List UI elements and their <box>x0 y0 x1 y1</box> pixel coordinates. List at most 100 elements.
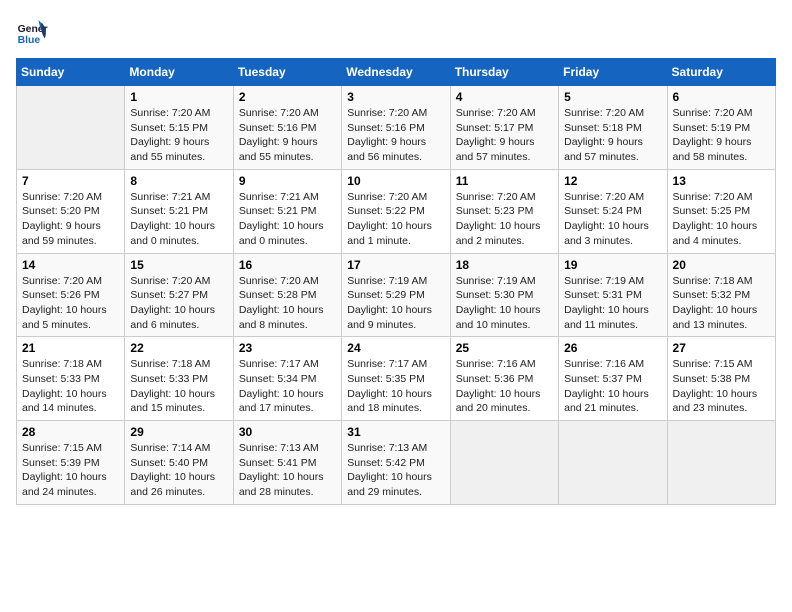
day-info: Sunrise: 7:20 AM Sunset: 5:26 PM Dayligh… <box>22 274 119 333</box>
day-number: 30 <box>239 425 336 439</box>
svg-text:Blue: Blue <box>18 35 41 46</box>
day-number: 9 <box>239 174 336 188</box>
day-number: 18 <box>456 258 553 272</box>
day-info: Sunrise: 7:15 AM Sunset: 5:39 PM Dayligh… <box>22 441 119 500</box>
day-number: 4 <box>456 90 553 104</box>
day-info: Sunrise: 7:16 AM Sunset: 5:37 PM Dayligh… <box>564 357 661 416</box>
day-info: Sunrise: 7:18 AM Sunset: 5:32 PM Dayligh… <box>673 274 770 333</box>
day-number: 16 <box>239 258 336 272</box>
day-info: Sunrise: 7:17 AM Sunset: 5:34 PM Dayligh… <box>239 357 336 416</box>
day-info: Sunrise: 7:20 AM Sunset: 5:24 PM Dayligh… <box>564 190 661 249</box>
day-info: Sunrise: 7:20 AM Sunset: 5:18 PM Dayligh… <box>564 106 661 165</box>
day-number: 20 <box>673 258 770 272</box>
day-number: 15 <box>130 258 227 272</box>
logo-icon: General Blue <box>16 16 48 48</box>
calendar-cell: 22 Sunrise: 7:18 AM Sunset: 5:33 PM Dayl… <box>125 337 233 421</box>
weekday-header-tuesday: Tuesday <box>233 59 341 86</box>
day-number: 31 <box>347 425 444 439</box>
logo: General Blue <box>16 16 52 48</box>
day-number: 25 <box>456 341 553 355</box>
calendar-cell: 14 Sunrise: 7:20 AM Sunset: 5:26 PM Dayl… <box>17 253 125 337</box>
day-info: Sunrise: 7:13 AM Sunset: 5:42 PM Dayligh… <box>347 441 444 500</box>
calendar-cell: 6 Sunrise: 7:20 AM Sunset: 5:19 PM Dayli… <box>667 86 775 170</box>
day-info: Sunrise: 7:20 AM Sunset: 5:19 PM Dayligh… <box>673 106 770 165</box>
day-number: 27 <box>673 341 770 355</box>
day-info: Sunrise: 7:19 AM Sunset: 5:29 PM Dayligh… <box>347 274 444 333</box>
day-info: Sunrise: 7:21 AM Sunset: 5:21 PM Dayligh… <box>239 190 336 249</box>
day-number: 23 <box>239 341 336 355</box>
calendar-cell <box>559 421 667 505</box>
week-row-5: 28 Sunrise: 7:15 AM Sunset: 5:39 PM Dayl… <box>17 421 776 505</box>
day-info: Sunrise: 7:20 AM Sunset: 5:25 PM Dayligh… <box>673 190 770 249</box>
day-info: Sunrise: 7:15 AM Sunset: 5:38 PM Dayligh… <box>673 357 770 416</box>
calendar-cell: 17 Sunrise: 7:19 AM Sunset: 5:29 PM Dayl… <box>342 253 450 337</box>
weekday-header-thursday: Thursday <box>450 59 558 86</box>
calendar-cell: 10 Sunrise: 7:20 AM Sunset: 5:22 PM Dayl… <box>342 169 450 253</box>
day-number: 26 <box>564 341 661 355</box>
day-info: Sunrise: 7:14 AM Sunset: 5:40 PM Dayligh… <box>130 441 227 500</box>
calendar-cell: 5 Sunrise: 7:20 AM Sunset: 5:18 PM Dayli… <box>559 86 667 170</box>
day-number: 29 <box>130 425 227 439</box>
calendar-cell: 20 Sunrise: 7:18 AM Sunset: 5:32 PM Dayl… <box>667 253 775 337</box>
day-info: Sunrise: 7:16 AM Sunset: 5:36 PM Dayligh… <box>456 357 553 416</box>
day-number: 14 <box>22 258 119 272</box>
calendar-cell: 29 Sunrise: 7:14 AM Sunset: 5:40 PM Dayl… <box>125 421 233 505</box>
week-row-3: 14 Sunrise: 7:20 AM Sunset: 5:26 PM Dayl… <box>17 253 776 337</box>
calendar-cell <box>450 421 558 505</box>
calendar-cell: 19 Sunrise: 7:19 AM Sunset: 5:31 PM Dayl… <box>559 253 667 337</box>
day-info: Sunrise: 7:20 AM Sunset: 5:16 PM Dayligh… <box>347 106 444 165</box>
day-number: 6 <box>673 90 770 104</box>
calendar-cell <box>17 86 125 170</box>
week-row-1: 1 Sunrise: 7:20 AM Sunset: 5:15 PM Dayli… <box>17 86 776 170</box>
calendar-cell: 31 Sunrise: 7:13 AM Sunset: 5:42 PM Dayl… <box>342 421 450 505</box>
weekday-header-row: SundayMondayTuesdayWednesdayThursdayFrid… <box>17 59 776 86</box>
day-info: Sunrise: 7:13 AM Sunset: 5:41 PM Dayligh… <box>239 441 336 500</box>
calendar-cell: 11 Sunrise: 7:20 AM Sunset: 5:23 PM Dayl… <box>450 169 558 253</box>
calendar-cell: 15 Sunrise: 7:20 AM Sunset: 5:27 PM Dayl… <box>125 253 233 337</box>
day-number: 28 <box>22 425 119 439</box>
calendar-cell: 13 Sunrise: 7:20 AM Sunset: 5:25 PM Dayl… <box>667 169 775 253</box>
calendar-cell <box>667 421 775 505</box>
weekday-header-monday: Monday <box>125 59 233 86</box>
day-info: Sunrise: 7:19 AM Sunset: 5:31 PM Dayligh… <box>564 274 661 333</box>
day-info: Sunrise: 7:18 AM Sunset: 5:33 PM Dayligh… <box>130 357 227 416</box>
calendar-cell: 12 Sunrise: 7:20 AM Sunset: 5:24 PM Dayl… <box>559 169 667 253</box>
calendar-cell: 16 Sunrise: 7:20 AM Sunset: 5:28 PM Dayl… <box>233 253 341 337</box>
weekday-header-friday: Friday <box>559 59 667 86</box>
day-number: 19 <box>564 258 661 272</box>
day-number: 17 <box>347 258 444 272</box>
day-info: Sunrise: 7:20 AM Sunset: 5:15 PM Dayligh… <box>130 106 227 165</box>
day-info: Sunrise: 7:20 AM Sunset: 5:20 PM Dayligh… <box>22 190 119 249</box>
page-header: General Blue <box>16 16 776 48</box>
calendar-cell: 7 Sunrise: 7:20 AM Sunset: 5:20 PM Dayli… <box>17 169 125 253</box>
weekday-header-sunday: Sunday <box>17 59 125 86</box>
day-number: 5 <box>564 90 661 104</box>
calendar-cell: 1 Sunrise: 7:20 AM Sunset: 5:15 PM Dayli… <box>125 86 233 170</box>
day-number: 11 <box>456 174 553 188</box>
calendar-cell: 8 Sunrise: 7:21 AM Sunset: 5:21 PM Dayli… <box>125 169 233 253</box>
day-number: 12 <box>564 174 661 188</box>
day-info: Sunrise: 7:20 AM Sunset: 5:27 PM Dayligh… <box>130 274 227 333</box>
calendar-cell: 23 Sunrise: 7:17 AM Sunset: 5:34 PM Dayl… <box>233 337 341 421</box>
day-number: 8 <box>130 174 227 188</box>
day-number: 1 <box>130 90 227 104</box>
day-info: Sunrise: 7:18 AM Sunset: 5:33 PM Dayligh… <box>22 357 119 416</box>
calendar-cell: 27 Sunrise: 7:15 AM Sunset: 5:38 PM Dayl… <box>667 337 775 421</box>
calendar-table: SundayMondayTuesdayWednesdayThursdayFrid… <box>16 58 776 505</box>
day-number: 21 <box>22 341 119 355</box>
calendar-cell: 28 Sunrise: 7:15 AM Sunset: 5:39 PM Dayl… <box>17 421 125 505</box>
calendar-cell: 30 Sunrise: 7:13 AM Sunset: 5:41 PM Dayl… <box>233 421 341 505</box>
day-number: 24 <box>347 341 444 355</box>
calendar-cell: 4 Sunrise: 7:20 AM Sunset: 5:17 PM Dayli… <box>450 86 558 170</box>
calendar-cell: 21 Sunrise: 7:18 AM Sunset: 5:33 PM Dayl… <box>17 337 125 421</box>
calendar-cell: 2 Sunrise: 7:20 AM Sunset: 5:16 PM Dayli… <box>233 86 341 170</box>
day-number: 2 <box>239 90 336 104</box>
day-info: Sunrise: 7:20 AM Sunset: 5:16 PM Dayligh… <box>239 106 336 165</box>
calendar-cell: 24 Sunrise: 7:17 AM Sunset: 5:35 PM Dayl… <box>342 337 450 421</box>
calendar-cell: 9 Sunrise: 7:21 AM Sunset: 5:21 PM Dayli… <box>233 169 341 253</box>
day-number: 7 <box>22 174 119 188</box>
day-info: Sunrise: 7:21 AM Sunset: 5:21 PM Dayligh… <box>130 190 227 249</box>
day-number: 3 <box>347 90 444 104</box>
week-row-4: 21 Sunrise: 7:18 AM Sunset: 5:33 PM Dayl… <box>17 337 776 421</box>
day-info: Sunrise: 7:20 AM Sunset: 5:22 PM Dayligh… <box>347 190 444 249</box>
